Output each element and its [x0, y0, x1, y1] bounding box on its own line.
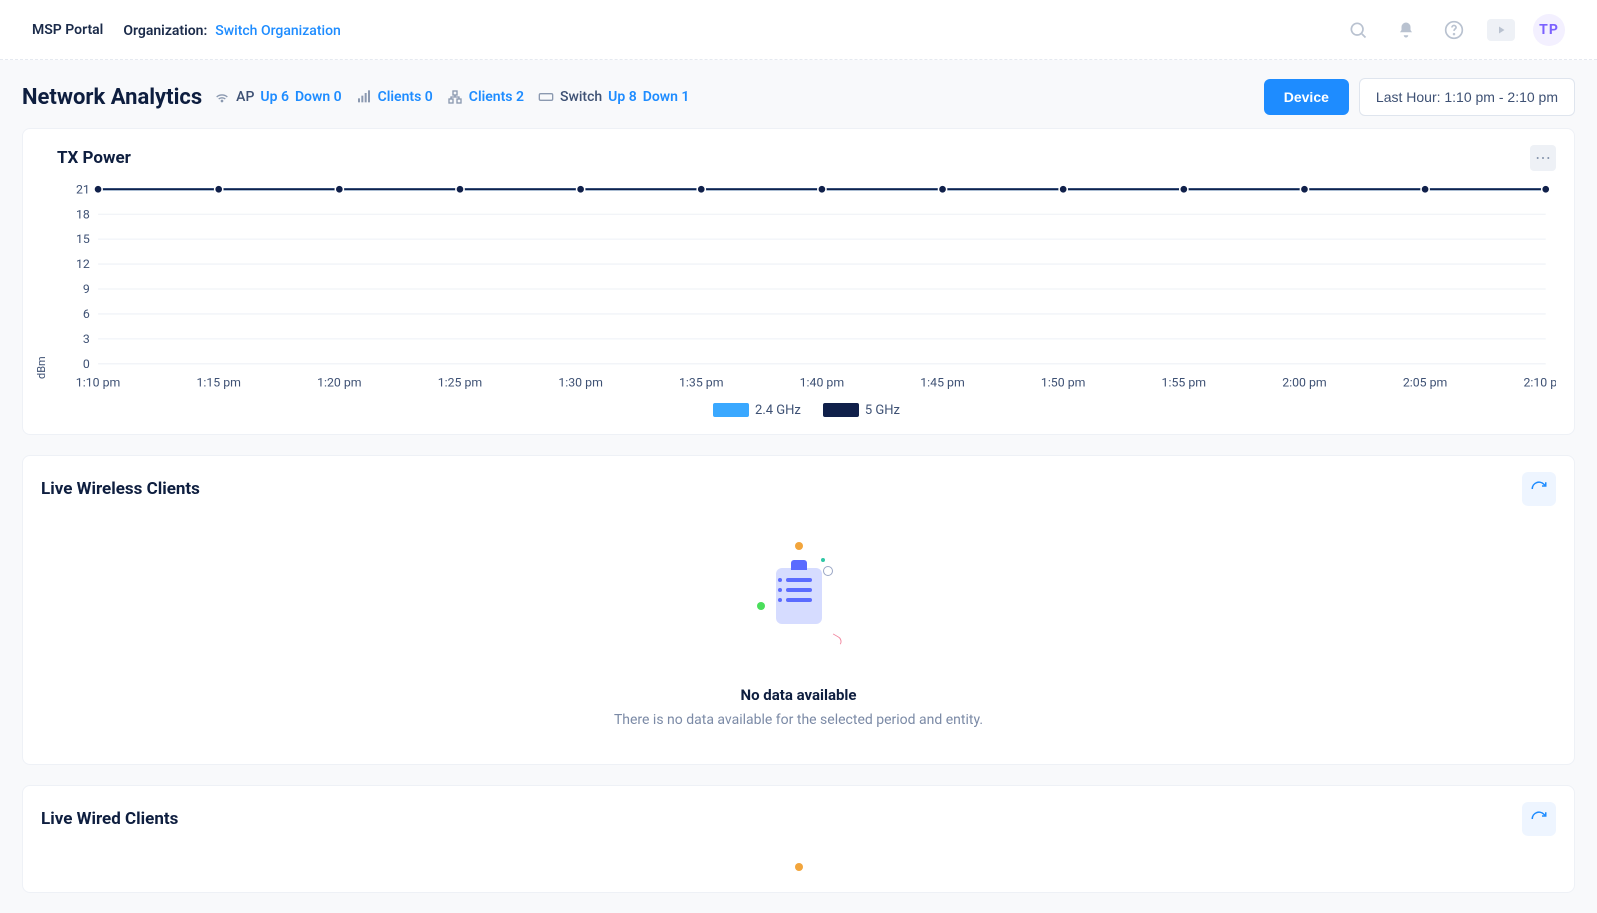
tx-power-title: TX Power — [57, 148, 131, 168]
svg-text:1:35 pm: 1:35 pm — [679, 376, 724, 390]
svg-text:1:40 pm: 1:40 pm — [800, 376, 845, 390]
svg-text:1:25 pm: 1:25 pm — [438, 376, 483, 390]
stat-network-clients[interactable]: Clients 2 — [447, 89, 524, 105]
stat-ap-up[interactable]: Up 6 — [260, 89, 289, 105]
svg-text:1:30 pm: 1:30 pm — [558, 376, 603, 390]
svg-text:9: 9 — [83, 283, 90, 297]
help-icon[interactable] — [1439, 15, 1469, 45]
svg-text:1:55 pm: 1:55 pm — [1162, 376, 1207, 390]
svg-text:1:45 pm: 1:45 pm — [920, 376, 965, 390]
portal-name: MSP Portal — [32, 22, 103, 38]
refresh-icon[interactable] — [1522, 472, 1556, 506]
svg-text:1:10 pm: 1:10 pm — [76, 376, 121, 390]
clipboard-icon — [776, 568, 822, 624]
topbar: MSP Portal Organization: Switch Organiza… — [0, 0, 1597, 60]
svg-text:0: 0 — [83, 358, 90, 372]
chart-ylabel: dBm — [35, 356, 48, 379]
stat-switch[interactable]: Switch Up 8 Down 1 — [538, 89, 689, 105]
stat-switch-down[interactable]: Down 1 — [643, 89, 690, 105]
svg-text:6: 6 — [83, 308, 90, 322]
device-button[interactable]: Device — [1264, 79, 1349, 115]
page-title: Network Analytics — [22, 85, 202, 110]
wired-empty-state — [41, 836, 1556, 876]
svg-text:3: 3 — [83, 333, 90, 347]
stat-network-clients-label[interactable]: Clients 2 — [469, 89, 524, 105]
live-wired-panel: Live Wired Clients — [22, 785, 1575, 893]
svg-text:2:05 pm: 2:05 pm — [1403, 376, 1448, 390]
avatar[interactable]: TP — [1533, 14, 1565, 46]
decoration-dot — [821, 558, 825, 562]
empty-subtitle: There is no data available for the selec… — [41, 712, 1556, 728]
stat-wireless-clients-label[interactable]: Clients 0 — [378, 89, 433, 105]
stat-ap-label: AP — [236, 89, 254, 105]
header-stats: AP Up 6 Down 0 Clients 0 Clients 2 Switc… — [214, 89, 689, 105]
live-wireless-header: Live Wireless Clients — [41, 472, 1556, 506]
svg-text:2:00 pm: 2:00 pm — [1282, 376, 1327, 390]
org-group: Organization: Switch Organization — [123, 20, 341, 39]
stat-ap-down[interactable]: Down 0 — [295, 89, 342, 105]
live-wired-title: Live Wired Clients — [41, 809, 178, 829]
timerange-button[interactable]: Last Hour: 1:10 pm - 2:10 pm — [1359, 78, 1575, 116]
refresh-icon[interactable] — [1522, 802, 1556, 836]
svg-text:15: 15 — [76, 233, 90, 247]
empty-title: No data available — [41, 686, 1556, 704]
topbar-right: TP — [1343, 14, 1565, 46]
svg-text:12: 12 — [76, 258, 90, 272]
legend-item[interactable]: 5 GHz — [823, 403, 900, 418]
tx-power-panel: TX Power ⋯ dBm 0 3 6 9 12 15 18 21 1:10 pm 1:15 p… — [22, 128, 1575, 435]
legend-item[interactable]: 2.4 GHz — [713, 403, 801, 418]
tx-power-chart: 0 3 6 9 12 15 18 21 1:10 pm 1:15 pm 1:20 pm 1:25 pm… — [57, 179, 1556, 418]
empty-illustration — [739, 536, 859, 656]
signal-icon — [356, 89, 372, 105]
svg-text:18: 18 — [76, 208, 90, 222]
decoration-ring — [823, 566, 833, 576]
stat-ap[interactable]: AP Up 6 Down 0 — [214, 89, 341, 105]
live-wired-header: Live Wired Clients — [41, 802, 1556, 836]
org-label: Organization: — [123, 23, 207, 39]
stat-switch-up[interactable]: Up 8 — [608, 89, 637, 105]
search-icon[interactable] — [1343, 15, 1373, 45]
stat-switch-label: Switch — [560, 89, 602, 105]
svg-text:1:50 pm: 1:50 pm — [1041, 376, 1086, 390]
live-wireless-panel: Live Wireless Clients No data available … — [22, 455, 1575, 765]
chart-svg: 0 3 6 9 12 15 18 21 1:10 pm 1:15 pm 1:20 pm 1:25 pm… — [57, 179, 1556, 395]
tx-power-header: TX Power ⋯ — [57, 145, 1556, 171]
bell-icon[interactable] — [1391, 15, 1421, 45]
wireless-empty-state: No data available There is no data avail… — [41, 506, 1556, 748]
panel-menu-icon[interactable]: ⋯ — [1530, 145, 1556, 171]
header-right: Device Last Hour: 1:10 pm - 2:10 pm — [1264, 78, 1575, 116]
page-header: Network Analytics AP Up 6 Down 0 Clients… — [0, 60, 1597, 128]
svg-text:21: 21 — [76, 183, 90, 197]
play-icon[interactable] — [1487, 19, 1515, 41]
decoration-dot — [757, 602, 765, 610]
decoration-dot — [795, 542, 803, 550]
wifi-icon — [214, 89, 230, 105]
topbar-left: MSP Portal Organization: Switch Organiza… — [32, 20, 341, 39]
live-wireless-title: Live Wireless Clients — [41, 479, 200, 499]
svg-text:1:20 pm: 1:20 pm — [317, 376, 362, 390]
switch-organization-link[interactable]: Switch Organization — [215, 23, 341, 39]
decoration-squiggle — [830, 633, 843, 644]
svg-text:1:15 pm: 1:15 pm — [196, 376, 241, 390]
decoration-dot — [795, 863, 803, 871]
chart-legend: 2.4 GHz 5 GHz — [57, 403, 1556, 418]
switch-icon — [538, 89, 554, 105]
network-icon — [447, 89, 463, 105]
svg-text:2:10 pm: 2:10 pm — [1523, 376, 1556, 390]
stat-wireless-clients[interactable]: Clients 0 — [356, 89, 433, 105]
